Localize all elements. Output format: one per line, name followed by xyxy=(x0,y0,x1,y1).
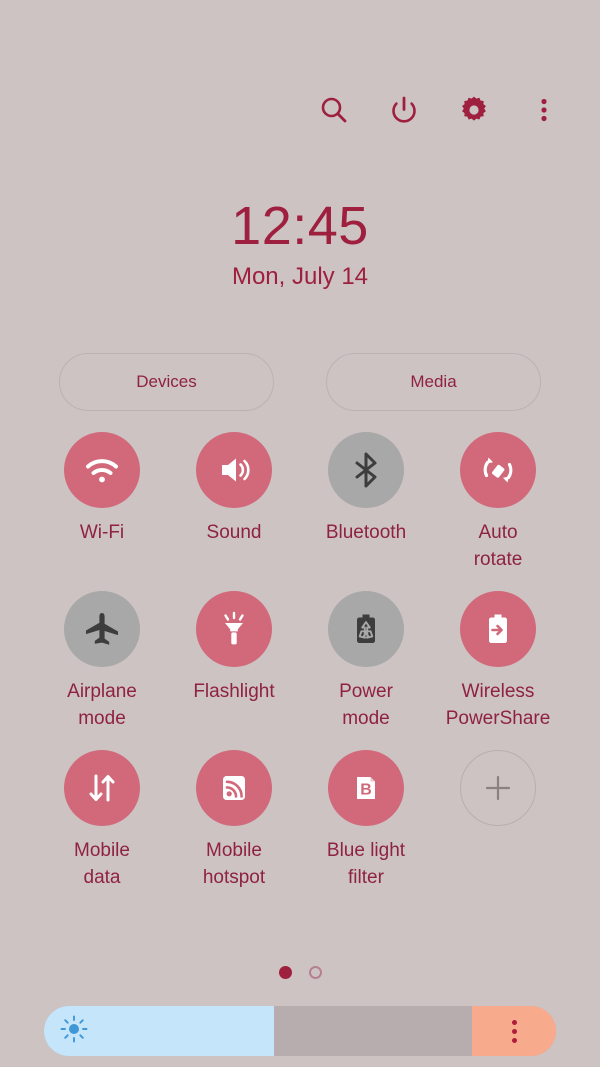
toggle-label: Mobile hotspot xyxy=(202,840,266,888)
mobile-hotspot-icon xyxy=(196,750,272,826)
clock-date: Mon, July 14 xyxy=(231,263,369,290)
sound-icon xyxy=(196,432,272,508)
toggle-flashlight[interactable]: Flashlight xyxy=(168,591,300,732)
quick-toggle-grid: Wi-Fi Sound Bluetooth Auto rotate Airpla… xyxy=(36,432,564,891)
flashlight-icon xyxy=(196,591,272,667)
clock-time: 12:45 xyxy=(231,196,369,256)
brightness-slider[interactable] xyxy=(44,1006,556,1056)
toggle-sound[interactable]: Sound xyxy=(168,432,300,573)
gear-icon[interactable] xyxy=(452,88,496,132)
toggle-label: Sound xyxy=(206,522,262,543)
devices-button[interactable]: Devices xyxy=(59,353,274,411)
toggle-label: Airplane mode xyxy=(67,681,137,729)
auto-rotate-icon xyxy=(460,432,536,508)
svg-text:B: B xyxy=(360,782,372,799)
airplane-icon xyxy=(64,591,140,667)
toggle-wifi[interactable]: Wi-Fi xyxy=(36,432,168,573)
toggle-wireless-powershare[interactable]: Wireless PowerShare xyxy=(432,591,564,732)
shortcut-pill-row: Devices Media xyxy=(0,353,600,411)
more-options-icon xyxy=(511,1019,517,1043)
brightness-slider-fill[interactable] xyxy=(44,1006,275,1056)
toggle-label: Wireless PowerShare xyxy=(445,681,551,729)
toggle-mobile-hotspot[interactable]: Mobile hotspot xyxy=(168,750,300,891)
add-toggle-button[interactable] xyxy=(432,750,564,891)
header-icon-row xyxy=(312,88,566,132)
toggle-label: Bluetooth xyxy=(325,522,407,543)
toggle-bluetooth[interactable]: Bluetooth xyxy=(300,432,432,573)
toggle-label: Mobile data xyxy=(74,840,130,888)
clock-block[interactable]: 12:45 Mon, July 14 xyxy=(0,196,600,292)
toggle-label: Power mode xyxy=(339,681,393,729)
toggle-power-mode[interactable]: Power mode xyxy=(300,591,432,732)
media-button[interactable]: Media xyxy=(326,353,541,411)
more-options-icon[interactable] xyxy=(522,88,566,132)
toggle-blue-light-filter[interactable]: B Blue light filter xyxy=(300,750,432,891)
wireless-powershare-icon xyxy=(460,591,536,667)
toggle-label: Auto rotate xyxy=(473,522,523,570)
wifi-icon xyxy=(64,432,140,508)
quick-settings-panel: 12:45 Mon, July 14 Devices Media Wi-Fi S… xyxy=(0,0,600,1067)
brightness-slider-track[interactable] xyxy=(274,1006,472,1056)
toggle-label: Blue light filter xyxy=(326,840,406,888)
toggle-label: Flashlight xyxy=(193,681,275,702)
toggle-mobile-data[interactable]: Mobile data xyxy=(36,750,168,891)
blue-light-filter-icon: B xyxy=(328,750,404,826)
toggle-label: Wi-Fi xyxy=(79,522,125,543)
brightness-options-button[interactable] xyxy=(472,1006,556,1056)
add-icon xyxy=(460,750,536,826)
power-mode-icon xyxy=(328,591,404,667)
search-icon[interactable] xyxy=(312,88,356,132)
page-indicator xyxy=(0,966,600,979)
power-icon[interactable] xyxy=(382,88,426,132)
mobile-data-icon xyxy=(64,750,140,826)
bluetooth-icon xyxy=(328,432,404,508)
toggle-auto-rotate[interactable]: Auto rotate xyxy=(432,432,564,573)
toggle-airplane-mode[interactable]: Airplane mode xyxy=(36,591,168,732)
page-dot-2[interactable] xyxy=(308,966,322,979)
page-dot-1[interactable] xyxy=(278,966,292,979)
brightness-sun-icon xyxy=(60,1015,88,1048)
